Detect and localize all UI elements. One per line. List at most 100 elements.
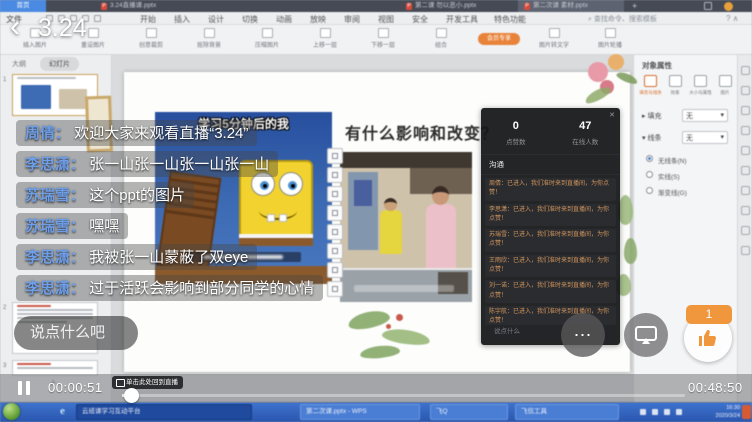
picture-icon — [719, 75, 732, 87]
right-sidebar-strip — [737, 55, 752, 402]
back-button[interactable]: ‹ — [10, 12, 20, 42]
doc-tab-2[interactable]: P第二课 勿以恶小.pptx — [400, 0, 508, 12]
new-doc-tab-button[interactable]: + — [632, 0, 637, 12]
menu-review[interactable]: 审阅 — [344, 14, 360, 25]
ribbon-label: 压缩图片 — [240, 40, 294, 49]
radio-solid-line[interactable] — [646, 171, 653, 178]
taskbar-button-tools[interactable]: 飞信工具 — [515, 404, 619, 420]
pause-button[interactable] — [18, 381, 32, 395]
tool-crop-icon[interactable] — [327, 186, 343, 202]
tray-icon[interactable] — [652, 409, 658, 415]
menu-features[interactable]: 特色功能 — [494, 14, 526, 25]
skin-theme-icon[interactable] — [724, 2, 733, 11]
ribbon-label: 抠除背景 — [182, 40, 236, 49]
sidebar-icon[interactable] — [741, 206, 750, 215]
fill-dropdown[interactable]: 无▾ — [682, 109, 728, 122]
wps-doc-tabbar: 首页 P3.24直播课.pptx P第二课 勿以恶小.pptx P第二次课 素材… — [0, 0, 752, 12]
tray-icon[interactable] — [664, 409, 670, 415]
redo-icon[interactable] — [94, 15, 101, 22]
tool-zoom-icon[interactable] — [327, 205, 343, 221]
line-dropdown[interactable]: 无▾ — [682, 131, 728, 144]
props-tab-picture[interactable]: 图片 — [713, 75, 737, 96]
radio-gradient-line[interactable] — [646, 187, 653, 194]
menu-view[interactable]: 视图 — [378, 14, 394, 25]
menu-animation[interactable]: 动画 — [276, 14, 292, 25]
spongebob-tooth — [267, 214, 275, 222]
wps-ribbon: 插入图片 重设图片 创意裁剪 抠除背景 压缩图片 上移一层 下移一层 组合 会员… — [0, 25, 752, 55]
shared-desktop-video[interactable]: 首页 P3.24直播课.pptx P第二课 勿以恶小.pptx P第二次课 素材… — [0, 0, 752, 422]
back-to-live-tooltip[interactable]: 单击此处回到直播 — [112, 376, 183, 389]
window-controls[interactable]: ? ∧ — [726, 14, 739, 23]
ribbon-remove-background[interactable]: 抠除背景 — [182, 28, 236, 49]
sidebar-icon[interactable] — [741, 226, 750, 235]
tool-layout-icon[interactable] — [327, 243, 343, 259]
internet-explorer-icon[interactable]: e — [60, 405, 65, 417]
sidebar-icon[interactable] — [741, 186, 750, 195]
props-tab-effects[interactable]: 效果 — [663, 75, 687, 96]
menu-start[interactable]: 开始 — [140, 14, 156, 25]
ribbon-send-backward[interactable]: 下移一层 — [356, 28, 410, 49]
tab-outline[interactable]: 大纲 — [12, 59, 26, 69]
sidebar-icon[interactable] — [741, 106, 750, 115]
sidebar-icon[interactable] — [741, 246, 750, 255]
props-tab-size[interactable]: 大小与属性 — [688, 75, 712, 96]
ribbon-group[interactable]: 组合 — [414, 28, 468, 49]
taskbar-button-feiq[interactable]: 飞Q — [430, 404, 508, 420]
taskbar-button-wps[interactable]: 第二次课.pptx - WPS — [300, 404, 420, 420]
ribbon-pic-to-text[interactable]: 图片转文字 — [528, 28, 580, 49]
slide-decoration-flower — [608, 54, 624, 70]
fill-section-label[interactable]: ▸ 填充 — [642, 111, 661, 121]
more-options-button[interactable]: ⋯ — [561, 313, 605, 357]
tool-more-icon[interactable] — [327, 281, 343, 297]
menu-slideshow[interactable]: 放映 — [310, 14, 326, 25]
props-tab-fill-line[interactable]: 填充与线条 — [638, 75, 662, 96]
doc-tab-1[interactable]: P3.24直播课.pptx — [95, 0, 233, 12]
comment-input[interactable]: 说点什么吧 — [14, 316, 138, 350]
line-section-label[interactable]: ▾ 线条 — [642, 133, 661, 143]
slide-image-kitchen-scene[interactable] — [340, 152, 472, 302]
menu-design[interactable]: 设计 — [208, 14, 224, 25]
clock-date: 2020/3/24 — [694, 412, 740, 420]
sidebar-icon[interactable] — [741, 126, 750, 135]
sidebar-icon[interactable] — [741, 86, 750, 95]
tray-icon[interactable] — [676, 409, 682, 415]
radio-no-line[interactable] — [646, 155, 653, 162]
member-pill-button[interactable]: 会员专享 — [478, 33, 520, 45]
start-button[interactable] — [3, 403, 20, 420]
doc-tab-home[interactable]: 首页 — [0, 0, 46, 12]
sidebar-icon[interactable] — [741, 166, 750, 175]
windows-taskbar: e 云班课学习互动平台 第二次课.pptx - WPS 飞Q 飞信工具 16:3… — [0, 402, 752, 422]
command-search-input[interactable]: ⌕ 查找命令、搜索模板 — [588, 14, 657, 24]
window-layout-icon[interactable] — [704, 2, 712, 10]
tool-select-icon[interactable] — [327, 148, 343, 164]
tray-icon[interactable] — [640, 409, 646, 415]
close-icon[interactable]: ✕ — [609, 111, 615, 119]
engagement-panel: ✕ 0 点赞数 47 在线人数 沟通 周倩：已进入，我们准时来到直播间，为你点赞… — [481, 108, 620, 345]
ribbon-pic-carousel[interactable]: 图片轮播 — [584, 28, 636, 49]
seek-handle[interactable] — [124, 388, 139, 403]
ribbon-creative-crop[interactable]: 创意裁剪 — [124, 28, 178, 49]
tab-communication[interactable]: 沟通 — [481, 155, 620, 175]
menu-insert[interactable]: 插入 — [174, 14, 190, 25]
sidebar-icon[interactable] — [741, 66, 750, 75]
tool-text-icon[interactable] — [327, 167, 343, 183]
doc-tab-3-active[interactable]: P第二次课 素材.pptx — [518, 0, 624, 12]
tool-effects-icon[interactable] — [327, 262, 343, 278]
show-desktop-corner-icon[interactable] — [742, 405, 751, 419]
ribbon-compress-picture[interactable]: 压缩图片 — [240, 28, 294, 49]
ribbon-bring-forward[interactable]: 上移一层 — [298, 28, 352, 49]
spongebob-tooth — [279, 214, 287, 222]
panel-message-list[interactable]: 周倩：已进入，我们准时来到直播间，为你点赞！ 李思潇：已进入，我们准时来到直播间… — [481, 175, 620, 325]
sidebar-icon[interactable] — [741, 146, 750, 155]
screen-cast-button[interactable] — [624, 313, 668, 357]
properties-title: 对象属性 — [642, 60, 672, 71]
tool-align-icon[interactable] — [327, 224, 343, 240]
like-count-badge: 1 — [686, 305, 732, 324]
kitchen-mom-head — [432, 186, 449, 205]
menu-transition[interactable]: 切换 — [242, 14, 258, 25]
menu-security[interactable]: 安全 — [412, 14, 428, 25]
seek-bar[interactable] — [122, 394, 685, 397]
taskbar-button-lms[interactable]: 云班课学习互动平台 — [76, 404, 252, 420]
tab-slides[interactable]: 幻灯片 — [40, 57, 79, 71]
menu-devtools[interactable]: 开发工具 — [446, 14, 478, 25]
